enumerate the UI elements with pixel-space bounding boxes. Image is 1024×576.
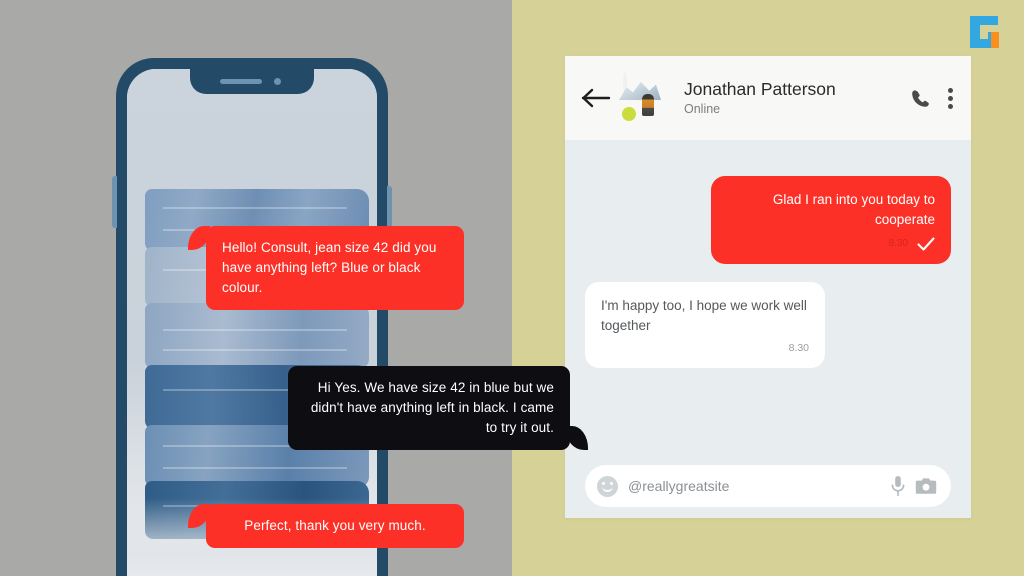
phone-notch <box>190 69 314 94</box>
phone-front-camera-icon <box>274 78 281 85</box>
callout-customer-question: Hello! Consult, jean size 42 did you hav… <box>188 226 464 310</box>
microphone-icon[interactable] <box>891 475 905 497</box>
phone-call-icon[interactable] <box>911 89 930 108</box>
chat-input-bar: @reallygreatsite <box>565 454 971 518</box>
callout-store-reply: Hi Yes. We have size 42 in blue but we d… <box>288 366 588 450</box>
avatar-image <box>619 72 661 116</box>
peer-name: Jonathan Patterson <box>684 78 836 99</box>
callout-text: Perfect, thank you very much. <box>206 504 464 548</box>
back-arrow-icon[interactable] <box>581 87 611 109</box>
check-icon <box>917 237 935 251</box>
jeans-layer <box>145 303 369 369</box>
message-text: Glad I ran into you today to cooperate <box>772 192 935 227</box>
phone-mockup: Hello! Consult, jean size 42 did you hav… <box>112 58 588 576</box>
peer-info: Jonathan Patterson Online <box>684 79 911 118</box>
message-meta: 8.30 <box>727 234 935 254</box>
avatar-mountain-shape <box>619 81 661 100</box>
avatar[interactable] <box>619 72 671 122</box>
callout-text: Hello! Consult, jean size 42 did you hav… <box>206 226 464 310</box>
message-timestamp: 8.30 <box>888 238 908 249</box>
peer-status: Online <box>684 101 721 116</box>
message-row-outgoing: Glad I ran into you today to cooperate 8… <box>585 160 951 264</box>
emoji-smile-icon[interactable] <box>597 475 618 497</box>
camera-icon[interactable] <box>915 477 937 495</box>
message-text: I'm happy too, I hope we work well toget… <box>601 298 807 333</box>
chat-message-list: Glad I ran into you today to cooperate 8… <box>565 140 971 454</box>
jeans-photo <box>127 69 377 576</box>
message-input-container[interactable]: @reallygreatsite <box>585 465 951 507</box>
chat-panel: Jonathan Patterson Online Glad I ran int… <box>565 56 971 518</box>
online-status-dot <box>622 107 636 121</box>
screenshot-canvas: Hello! Consult, jean size 42 did you hav… <box>0 0 1024 576</box>
callout-customer-thanks: Perfect, thank you very much. <box>188 504 464 548</box>
more-vertical-icon[interactable] <box>948 87 953 109</box>
message-bubble-incoming[interactable]: I'm happy too, I hope we work well toget… <box>585 282 825 368</box>
message-row-incoming: I'm happy too, I hope we work well toget… <box>585 264 951 368</box>
message-bubble-outgoing[interactable]: Glad I ran into you today to cooperate 8… <box>711 176 951 264</box>
message-timestamp: 8.30 <box>788 342 809 354</box>
header-actions <box>911 87 953 109</box>
chat-header: Jonathan Patterson Online <box>565 56 971 140</box>
phone-volume-button <box>112 176 117 228</box>
callout-text: Hi Yes. We have size 42 in blue but we d… <box>288 366 570 450</box>
message-input[interactable]: @reallygreatsite <box>628 478 881 494</box>
phone-screen <box>127 69 377 576</box>
brand-logo-icon <box>964 10 1008 54</box>
phone-speaker-icon <box>220 79 262 84</box>
